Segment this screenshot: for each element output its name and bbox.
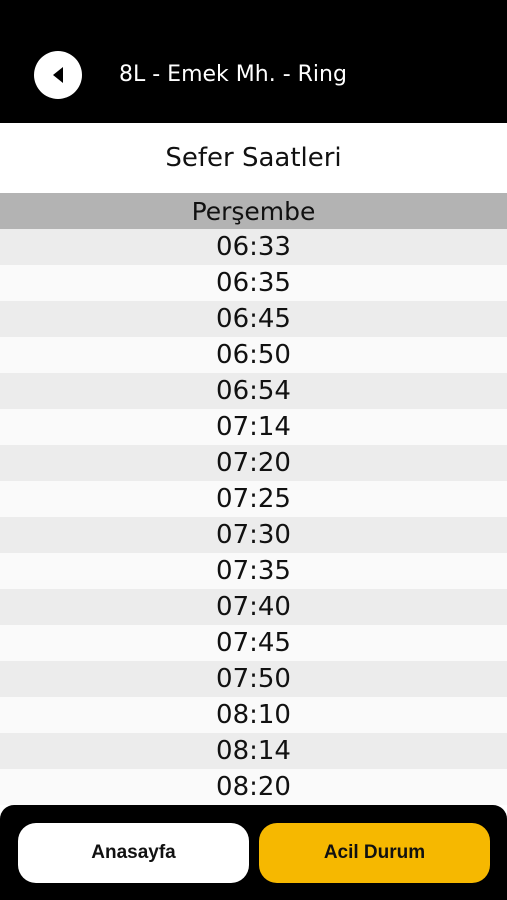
departure-time-row: 07:20: [0, 445, 507, 481]
departure-time-row: 06:50: [0, 337, 507, 373]
schedule-title: Sefer Saatleri: [0, 123, 507, 193]
back-arrow-icon: [53, 67, 63, 83]
departure-time-row: 06:35: [0, 265, 507, 301]
emergency-button[interactable]: Acil Durum: [259, 823, 490, 883]
departure-time-row: 07:35: [0, 553, 507, 589]
departure-time-row: 06:45: [0, 301, 507, 337]
departure-time-row: 07:50: [0, 661, 507, 697]
top-bar: 8L - Emek Mh. - Ring: [0, 0, 507, 123]
departure-time-row: 07:30: [0, 517, 507, 553]
departure-time-row: 07:25: [0, 481, 507, 517]
departure-time-row: 07:14: [0, 409, 507, 445]
departure-time-row: 08:20: [0, 769, 507, 805]
departure-time-row: 07:45: [0, 625, 507, 661]
departure-times-list[interactable]: 06:33 06:35 06:45 06:50 06:54 07:14 07:20 07:25…: [0, 229, 507, 805]
route-title: 8L - Emek Mh. - Ring: [119, 62, 347, 87]
departure-time-row: 06:54: [0, 373, 507, 409]
bottom-bar: Anasayfa Acil Durum: [0, 805, 507, 900]
back-button[interactable]: [34, 51, 82, 99]
departure-time-row: 06:33: [0, 229, 507, 265]
home-button[interactable]: Anasayfa: [18, 823, 249, 883]
day-header: Perşembe: [0, 193, 507, 229]
departure-time-row: 08:10: [0, 697, 507, 733]
departure-time-row: 08:14: [0, 733, 507, 769]
departure-time-row: 07:40: [0, 589, 507, 625]
